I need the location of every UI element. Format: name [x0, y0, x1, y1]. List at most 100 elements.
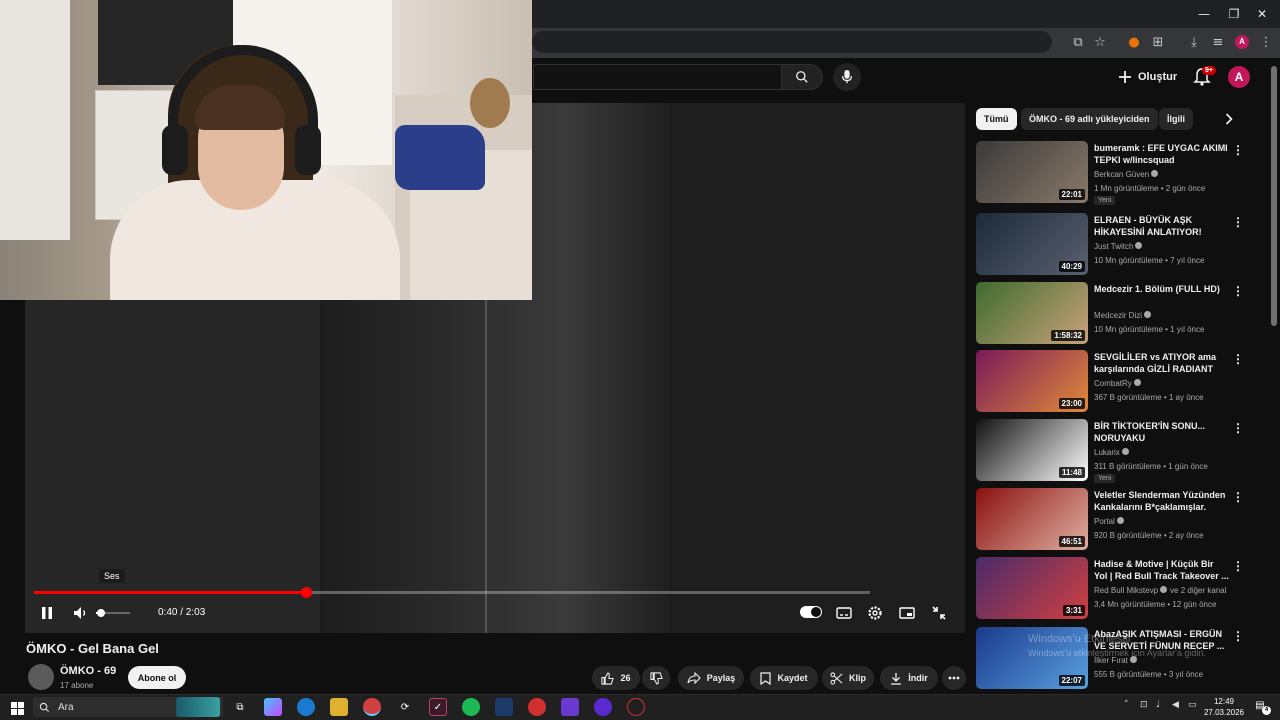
- video-thumbnail[interactable]: 23:00: [976, 350, 1088, 412]
- download-button[interactable]: İndir: [880, 666, 938, 690]
- battery-icon[interactable]: ▭: [1188, 700, 1197, 710]
- windows-start-icon[interactable]: [8, 699, 26, 717]
- more-options-icon[interactable]: ⋮: [1232, 352, 1244, 366]
- autoplay-toggle[interactable]: [800, 606, 822, 618]
- subtitles-button[interactable]: [834, 603, 854, 623]
- voice-search-button[interactable]: [833, 63, 861, 91]
- taskbar-clock[interactable]: 12:49 27.03.2026: [1202, 696, 1246, 718]
- riot-icon[interactable]: [528, 698, 546, 716]
- video-thumbnail[interactable]: 1:58:32: [976, 282, 1088, 344]
- steam-icon[interactable]: [495, 698, 513, 716]
- exit-fullscreen-button[interactable]: [929, 603, 949, 623]
- subscribe-button[interactable]: Abone ol: [128, 666, 186, 689]
- recommendation-channel[interactable]: Just Twitch: [1094, 242, 1143, 251]
- more-options-icon[interactable]: ⋮: [1232, 143, 1244, 157]
- minimize-icon[interactable]: —: [1196, 6, 1212, 22]
- copilot-icon[interactable]: [264, 698, 282, 716]
- puzzle-icon[interactable]: ⊞: [1150, 35, 1166, 51]
- video-thumbnail[interactable]: 3:31: [976, 557, 1088, 619]
- settings-button[interactable]: [865, 603, 885, 623]
- account-avatar[interactable]: A: [1228, 66, 1250, 88]
- restore-icon[interactable]: ❐: [1226, 6, 1242, 22]
- video-thumbnail[interactable]: 11:48: [976, 419, 1088, 481]
- recommendation-channel[interactable]: Red Bull Mikstevp ve 2 diğer kanal: [1094, 586, 1227, 595]
- search-highlight-icon[interactable]: [176, 697, 220, 717]
- dislike-button[interactable]: [642, 666, 670, 690]
- recommendation-title[interactable]: BİR TİKTOKER'İN SONU... NORUYAKU: [1094, 420, 1229, 444]
- bookmark-star-icon[interactable]: ☆: [1092, 35, 1108, 51]
- more-actions-button[interactable]: [942, 666, 966, 690]
- app-icon-v[interactable]: ✓: [429, 698, 447, 716]
- speaker-icon[interactable]: ◀: [1172, 700, 1179, 710]
- app-icon-purple[interactable]: [561, 698, 579, 716]
- edge-icon[interactable]: [297, 698, 315, 716]
- address-bar[interactable]: [532, 31, 1052, 53]
- cast-icon[interactable]: ⧉: [1070, 35, 1086, 51]
- recommendation-item[interactable]: 40:29 ELRAEN - BÜYÜK AŞK HİKAYESİNİ ANLAT…: [976, 213, 1266, 277]
- search-input[interactable]: [533, 64, 781, 90]
- more-options-icon[interactable]: ⋮: [1232, 490, 1244, 504]
- mic-tray-icon[interactable]: ♩: [1156, 700, 1160, 710]
- profile-avatar[interactable]: A: [1235, 35, 1249, 49]
- recommendation-item[interactable]: 3:31 Hadise & Motive | Küçük Bir Yol | Re…: [976, 557, 1266, 621]
- pause-button[interactable]: [37, 603, 57, 623]
- obs-icon[interactable]: [627, 698, 645, 716]
- recommendation-item[interactable]: 1:58:32 Medcezir 1. Bölüm (FULL HD) Medcez…: [976, 282, 1266, 346]
- video-thumbnail[interactable]: 22:01: [976, 141, 1088, 203]
- recommendation-item[interactable]: 11:48 BİR TİKTOKER'İN SONU... NORUYAKU Luk…: [976, 419, 1266, 483]
- menu-dots-icon[interactable]: ⋮: [1258, 35, 1274, 51]
- sync-app-icon[interactable]: ⟳: [396, 698, 414, 716]
- more-options-icon[interactable]: ⋮: [1232, 215, 1244, 229]
- app-icon-ring[interactable]: [594, 698, 612, 716]
- chip-from-uploader[interactable]: ÖMKO - 69 adlı yükleyiciden: [1021, 108, 1158, 130]
- recommendation-title[interactable]: ELRAEN - BÜYÜK AŞK HİKAYESİNİ ANLATIYOR!: [1094, 214, 1229, 238]
- recommendation-title[interactable]: SEVGİLİLER vs ATIYOR ama karşılarında Gİ…: [1094, 351, 1229, 376]
- task-view-icon[interactable]: ⧉: [231, 698, 249, 716]
- recommendation-channel[interactable]: CombatRy: [1094, 379, 1141, 388]
- recommendation-title[interactable]: Medcezir 1. Bölüm (FULL HD): [1094, 283, 1229, 295]
- like-button[interactable]: 26: [592, 666, 640, 690]
- more-options-icon[interactable]: ⋮: [1232, 284, 1244, 298]
- recommendation-channel[interactable]: Medcezir Dizi: [1094, 311, 1152, 320]
- chip-all[interactable]: Tümü: [976, 108, 1017, 130]
- file-explorer-icon[interactable]: [330, 698, 348, 716]
- recommendation-channel[interactable]: Berkcan Güven: [1094, 170, 1159, 179]
- create-button[interactable]: Oluştur: [1118, 64, 1177, 90]
- chips-next-button[interactable]: [1220, 110, 1238, 128]
- close-icon[interactable]: ✕: [1254, 6, 1270, 22]
- extension-icon[interactable]: ●: [1126, 35, 1142, 51]
- media-icon[interactable]: ≡: [1210, 35, 1226, 51]
- recommendation-title[interactable]: Hadise & Motive | Küçük Bir Yol | Red Bu…: [1094, 558, 1229, 582]
- save-button[interactable]: Kaydet: [750, 666, 818, 690]
- channel-avatar[interactable]: [28, 664, 54, 690]
- recommendation-item[interactable]: 22:01 bumeramk : EFE UYGAC AKIMI TEPKI w/…: [976, 141, 1266, 205]
- miniplayer-button[interactable]: [897, 603, 917, 623]
- share-button[interactable]: Paylaş: [678, 666, 744, 690]
- spotify-icon[interactable]: [462, 698, 480, 716]
- more-options-icon[interactable]: ⋮: [1232, 421, 1244, 435]
- channel-name[interactable]: ÖMKO - 69: [60, 665, 116, 677]
- chip-related[interactable]: İlgili: [1159, 108, 1193, 130]
- more-options-icon[interactable]: ⋮: [1232, 559, 1244, 573]
- channel-name-text: Lukarix: [1094, 448, 1120, 457]
- chrome-icon[interactable]: [363, 698, 381, 716]
- progress-scrubber[interactable]: [300, 587, 312, 598]
- recommendation-title[interactable]: Veletler Slenderman Yüzünden Kankalarını…: [1094, 489, 1229, 513]
- video-thumbnail[interactable]: 40:29: [976, 213, 1088, 275]
- mute-button[interactable]: [71, 603, 91, 623]
- network-icon[interactable]: ⊡: [1140, 700, 1148, 710]
- download-icon[interactable]: ⤓: [1186, 35, 1202, 51]
- recommendation-channel[interactable]: Lukarix: [1094, 448, 1129, 457]
- volume-slider[interactable]: [96, 609, 130, 617]
- tray-chevron-icon[interactable]: ˄: [1124, 700, 1129, 710]
- progress-bar[interactable]: [34, 587, 870, 598]
- recommendation-item[interactable]: 23:00 SEVGİLİLER vs ATIYOR ama karşıların…: [976, 350, 1266, 414]
- video-thumbnail[interactable]: 46:51: [976, 488, 1088, 550]
- page-scrollbar[interactable]: [1271, 66, 1277, 326]
- recommendation-channel[interactable]: Portal: [1094, 517, 1124, 526]
- more-options-icon[interactable]: ⋮: [1232, 629, 1244, 643]
- search-button[interactable]: [781, 64, 823, 90]
- recommendation-item[interactable]: 46:51 Veletler Slenderman Yüzünden Kankal…: [976, 488, 1266, 552]
- clip-button[interactable]: Klip: [822, 666, 874, 690]
- recommendation-title[interactable]: bumeramk : EFE UYGAC AKIMI TEPKI w/lincs…: [1094, 142, 1229, 166]
